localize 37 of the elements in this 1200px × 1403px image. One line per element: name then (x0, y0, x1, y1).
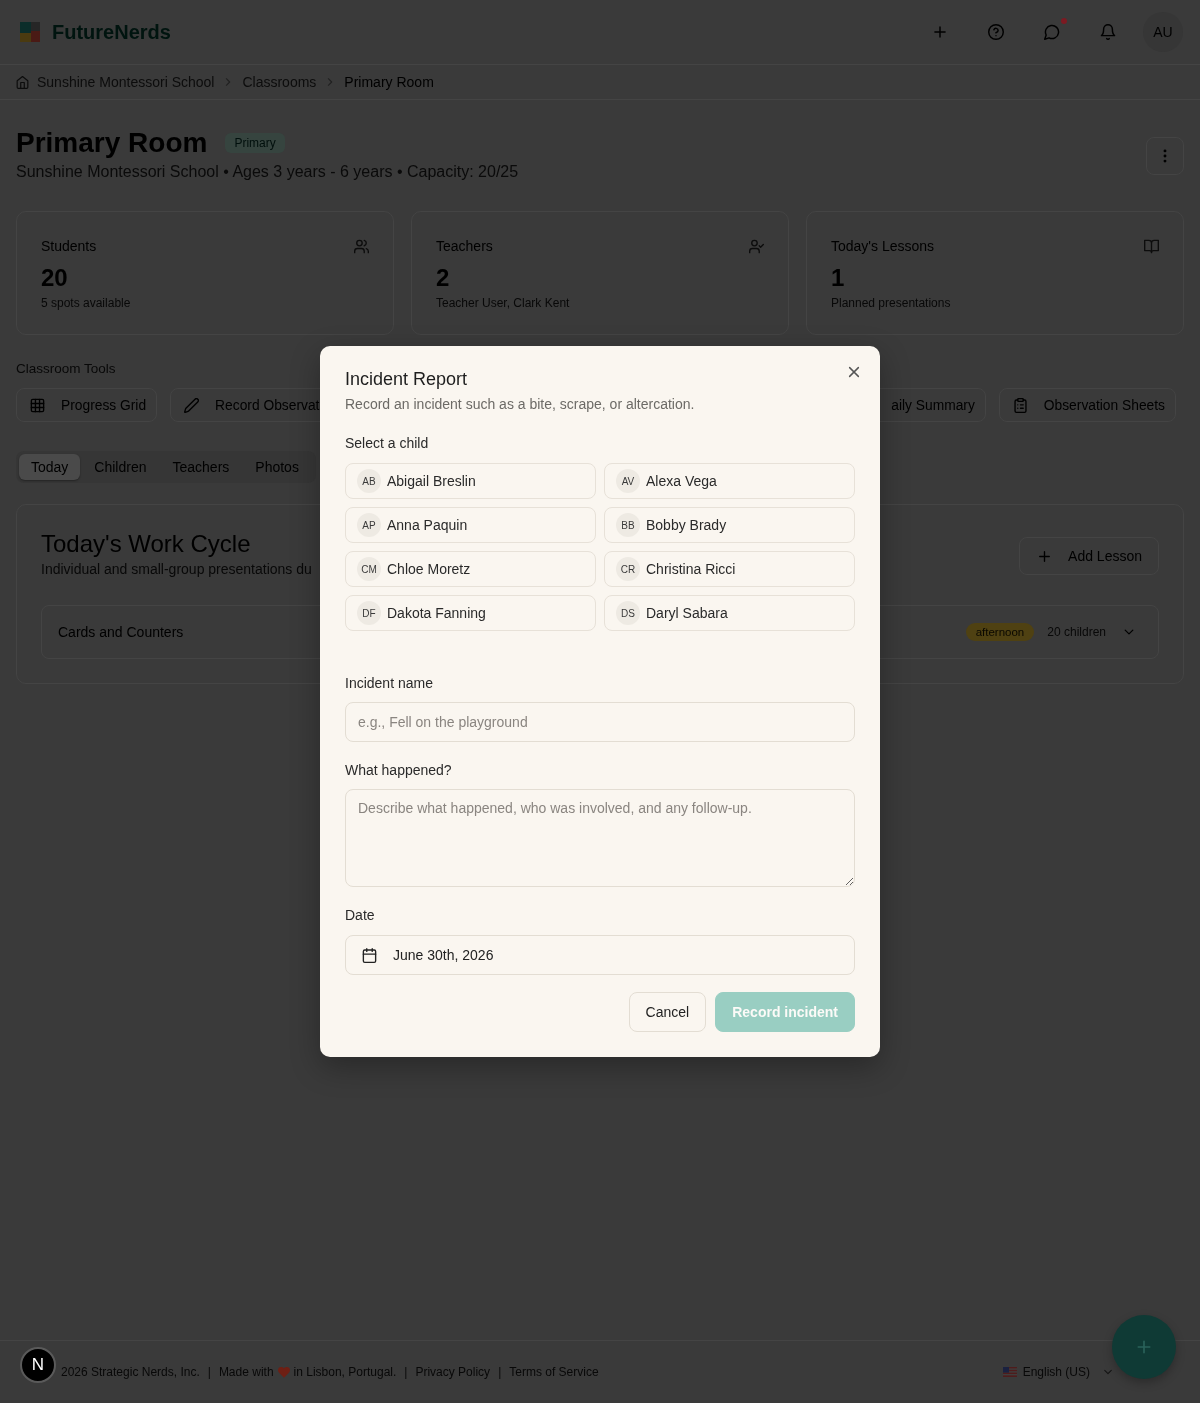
field-label: Incident name (345, 674, 434, 693)
initials-avatar: DS (616, 601, 640, 625)
initials-avatar: BB (616, 513, 640, 537)
child-name: Daryl Sabara (646, 605, 728, 621)
stat-label: Students (41, 237, 97, 255)
child-name: Abigail Breslin (387, 473, 476, 489)
page-title: Primary Room (16, 127, 208, 159)
initials-avatar: CM (357, 557, 381, 581)
stat-label: Teachers (436, 237, 493, 255)
child-name: Dakota Fanning (387, 605, 486, 621)
initials-avatar: AB (357, 469, 381, 493)
breadcrumb-current: Primary Room (344, 74, 434, 90)
field-label: What happened? (345, 761, 453, 780)
separator: | (207, 1365, 211, 1379)
separator: | (404, 1365, 408, 1379)
dialog-description: Record an incident such as a bite, scrape, or altercation. (345, 395, 696, 414)
card-title: Today's Work Cycle (41, 529, 252, 559)
child-name: Anna Paquin (387, 517, 468, 533)
stat-value: 20 (41, 263, 69, 293)
brand-name: FutureNerds (52, 20, 171, 44)
child-name: Alexa Vega (646, 473, 717, 489)
initials-avatar: AV (616, 469, 640, 493)
period-badge: afternoon (965, 623, 1035, 641)
stat-value: 2 (436, 263, 451, 293)
separator: | (498, 1365, 502, 1379)
field-label: Date (345, 906, 376, 925)
lesson-name: Cards and Counters (58, 624, 184, 640)
initials-avatar: DF (357, 601, 381, 625)
dialog-title: Incident Report (345, 368, 469, 391)
field-label: Select a child (345, 434, 430, 453)
initials-avatar: AP (357, 513, 381, 537)
child-name: Christina Ricci (646, 561, 736, 577)
child-name: Bobby Brady (646, 517, 727, 533)
stat-label: Today's Lessons (831, 237, 935, 255)
initials-avatar: CR (616, 557, 640, 581)
stat-value: 1 (831, 263, 846, 293)
child-name: Chloe Moretz (387, 561, 471, 577)
